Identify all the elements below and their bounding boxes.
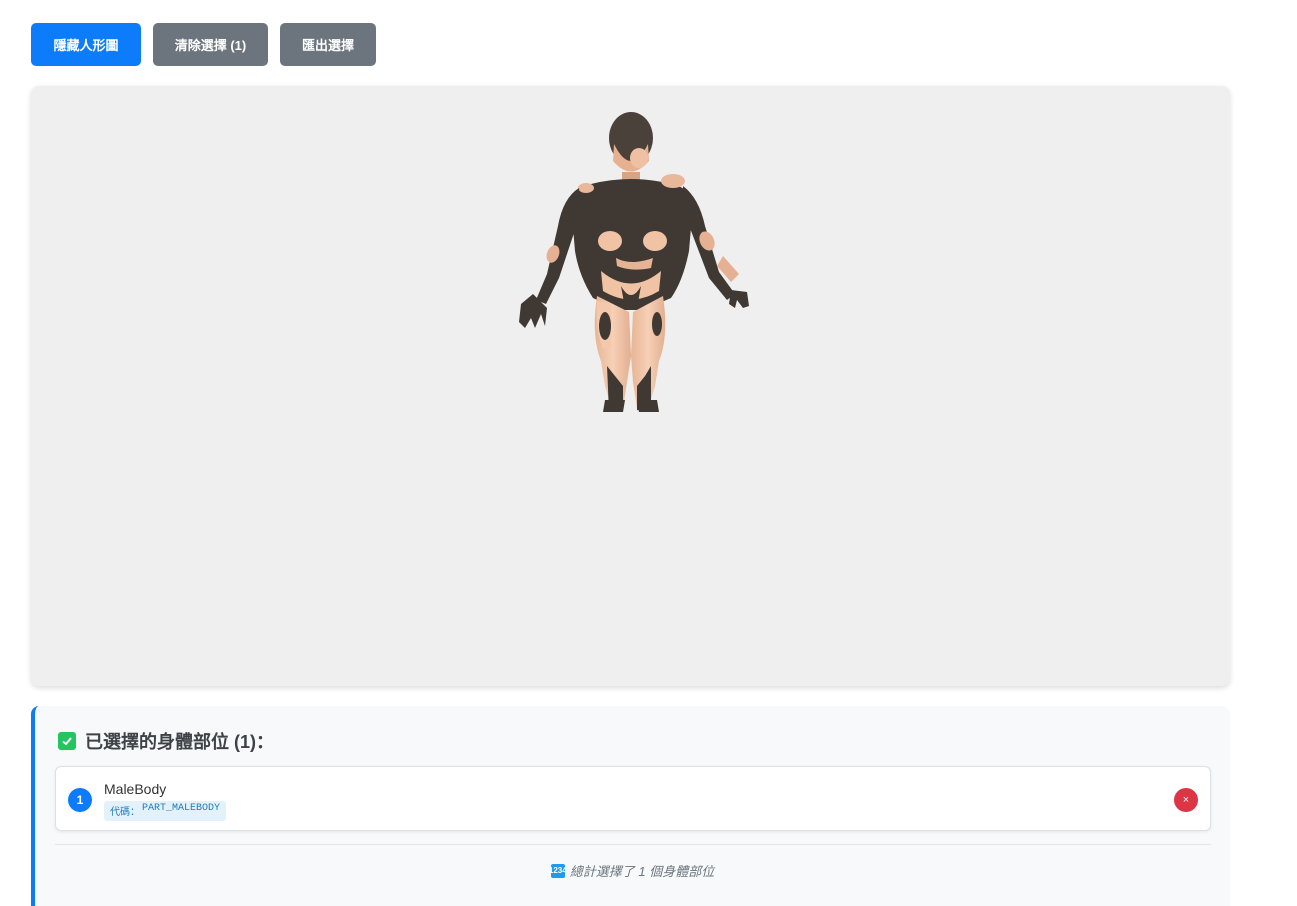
selected-part-item: 1 MaleBody 代碼： PART_MALEBODY × xyxy=(55,766,1211,831)
divider xyxy=(55,844,1211,845)
item-code-badge: 代碼： PART_MALEBODY xyxy=(104,801,227,821)
human-figure[interactable] xyxy=(31,86,1230,686)
selected-parts-title: 已選擇的身體部位 (1)： xyxy=(58,728,274,754)
clear-selection-button[interactable]: 清除選擇 (1) xyxy=(153,23,268,66)
remove-item-button[interactable]: × xyxy=(1174,788,1198,812)
figure-torso[interactable] xyxy=(571,174,693,310)
figure-legs[interactable] xyxy=(594,296,666,412)
total-summary: 1234 總計選擇了 1 個身體部位 xyxy=(35,861,1230,880)
toolbar: 隱藏人形圖 清除選擇 (1) 匯出選擇 xyxy=(31,23,376,66)
check-icon xyxy=(58,732,76,750)
export-selection-button[interactable]: 匯出選擇 xyxy=(280,23,376,66)
body-3d-viewer[interactable] xyxy=(31,86,1230,686)
item-code-label: 代碼： xyxy=(110,808,140,819)
total-summary-text: 總計選擇了 1 個身體部位 xyxy=(569,864,715,879)
hide-figure-button[interactable]: 隱藏人形圖 xyxy=(31,23,141,66)
item-name: MaleBody xyxy=(104,781,167,797)
item-index-badge: 1 xyxy=(68,788,92,812)
selected-parts-panel: 已選擇的身體部位 (1)： 1 MaleBody 代碼： PART_MALEBO… xyxy=(31,706,1230,906)
selected-parts-title-text: 已選擇的身體部位 (1)： xyxy=(85,732,274,752)
figure-head[interactable] xyxy=(609,112,653,186)
item-code-value: PART_MALEBODY xyxy=(142,803,221,814)
numbers-icon: 1234 xyxy=(549,863,567,878)
